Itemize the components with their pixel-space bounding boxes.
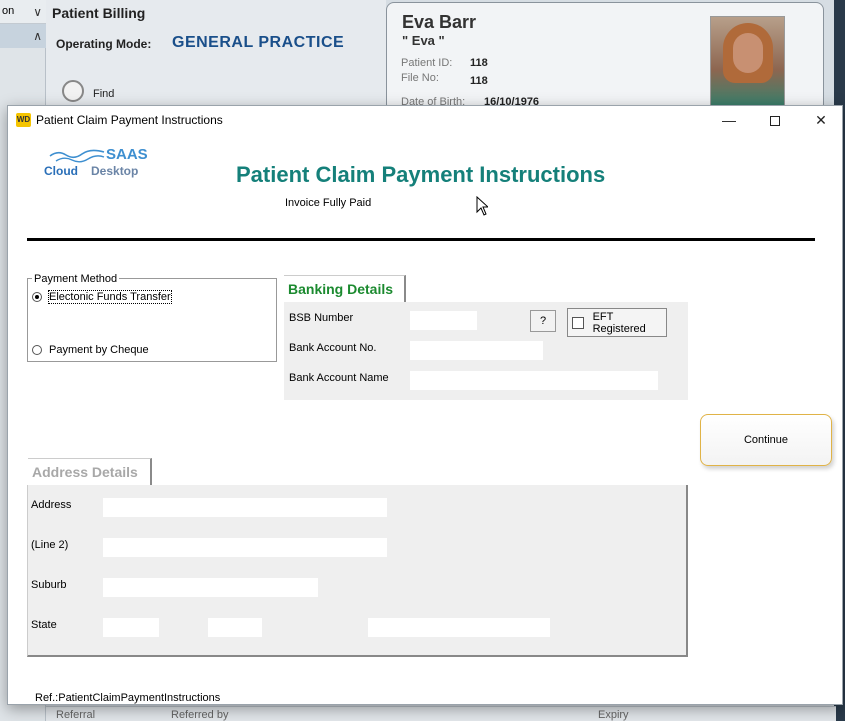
logo-desktop-text: Desktop (91, 164, 139, 178)
referred-by-label: Referred by (171, 709, 229, 721)
radio-eft-indicator[interactable] (32, 292, 42, 302)
country-input[interactable] (368, 618, 550, 637)
payment-method-group: Payment Method Electonic Funds Transfer … (27, 273, 277, 362)
referral-label: Referral (56, 709, 96, 721)
bsb-label: BSB Number (289, 312, 354, 324)
account-name-input[interactable] (410, 371, 658, 390)
invoice-status: Invoice Fully Paid (285, 197, 372, 209)
find-patient-label[interactable]: Find (93, 88, 114, 100)
tab-address-details[interactable]: Address Details (28, 458, 152, 486)
minimize-button[interactable]: — (706, 106, 752, 134)
radio-eft-label[interactable]: Electonic Funds Transfer (48, 290, 172, 304)
payment-method-legend: Payment Method (32, 273, 120, 285)
account-no-input[interactable] (410, 341, 543, 360)
address-details-panel: Address (Line 2) Suburb State (27, 485, 688, 657)
eft-registered-label[interactable]: EFT Registered (593, 311, 666, 335)
continue-button[interactable]: Continue (700, 414, 832, 466)
mouse-cursor-icon (476, 196, 488, 216)
tab-banking-details[interactable]: Banking Details (284, 275, 406, 303)
background-sidebar-row[interactable]: on ∨ (0, 0, 46, 24)
radio-cheque[interactable]: Payment by Cheque (32, 342, 149, 358)
address-label: Address (31, 499, 72, 511)
window-title: Patient Claim Payment Instructions (36, 113, 223, 127)
background-sidebar-text: on (2, 5, 15, 17)
file-no-value: 118 (470, 75, 488, 87)
bsb-help-button[interactable]: ? (530, 310, 556, 332)
chevron-down-icon[interactable]: ∨ (33, 5, 42, 19)
line2-input[interactable] (103, 538, 387, 557)
page-title: Patient Claim Payment Instructions (236, 162, 606, 187)
file-no-label: File No: (401, 72, 439, 84)
eft-checkbox-box[interactable] (572, 316, 584, 329)
patient-id-value: 118 (470, 57, 488, 69)
suburb-input[interactable] (103, 578, 318, 597)
title-bar[interactable]: WD Patient Claim Payment Instructions — … (8, 106, 842, 134)
maximize-button[interactable] (752, 106, 798, 134)
banking-details-panel: BSB Number ? EFT Registered Bank Account… (284, 302, 688, 400)
background-sidebar-row-selected[interactable]: ∧ (0, 24, 46, 48)
find-patient-icon[interactable] (62, 80, 84, 102)
expiry-label: Expiry (598, 709, 629, 721)
form-reference: Ref.:PatientClaimPaymentInstructions (35, 692, 221, 704)
radio-cheque-label[interactable]: Payment by Cheque (49, 344, 149, 356)
header-divider (27, 238, 815, 241)
patient-name: Eva Barr (402, 12, 477, 32)
state-input[interactable] (103, 618, 159, 637)
background-bottom-bar: Referral Referred by Expiry (46, 706, 836, 721)
line2-label: (Line 2) (31, 539, 69, 551)
chevron-up-icon[interactable]: ∧ (33, 29, 42, 43)
state-label: State (31, 619, 57, 631)
address-input[interactable] (103, 498, 387, 517)
suburb-label: Suburb (31, 579, 67, 591)
payment-instructions-dialog: WD Patient Claim Payment Instructions — … (7, 105, 843, 705)
patient-photo (710, 16, 785, 106)
saas-logo: SAAS Cloud Desktop (44, 146, 154, 180)
background-title: Patient Billing (52, 5, 146, 21)
operating-mode-label: Operating Mode: (56, 37, 152, 51)
app-icon: WD (16, 113, 31, 127)
patient-id-label: Patient ID: (401, 57, 453, 69)
maximize-icon (770, 116, 780, 127)
account-no-label: Bank Account No. (289, 342, 377, 354)
patient-nickname: " Eva " (402, 33, 445, 48)
logo-cloud-text: Cloud (44, 164, 78, 178)
operating-mode-value: GENERAL PRACTICE (172, 34, 345, 51)
radio-cheque-indicator[interactable] (32, 345, 42, 355)
eft-registered-checkbox[interactable]: EFT Registered (567, 308, 667, 337)
bsb-input[interactable] (410, 311, 477, 330)
logo-saas-text: SAAS (106, 146, 148, 163)
radio-eft[interactable]: Electonic Funds Transfer (32, 289, 172, 305)
logo-waves-icon (49, 149, 105, 163)
postcode-input[interactable] (208, 618, 262, 637)
account-name-label: Bank Account Name (289, 372, 389, 384)
close-button[interactable]: ✕ (798, 106, 844, 134)
